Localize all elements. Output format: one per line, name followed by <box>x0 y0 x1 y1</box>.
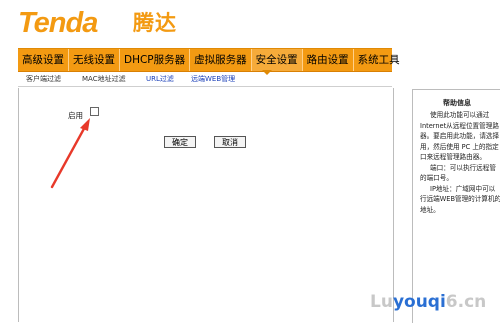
enable-checkbox[interactable] <box>90 107 99 116</box>
help-title: 帮助信息 <box>443 99 471 107</box>
nav-item-wireless[interactable]: 无线设置 <box>69 49 120 71</box>
help-line: 用，然后使用 PC 上的指定 <box>420 142 499 151</box>
ok-button[interactable]: 确定 <box>164 136 196 148</box>
site-watermark: Luyouqi6.cn <box>370 292 487 312</box>
help-panel: 帮助信息 使用此功能可以通过 Internet从远程位置管理路 器。要启用此功能… <box>412 89 500 323</box>
help-line: Internet从远程位置管理路 <box>420 121 499 130</box>
sub-nav: 客户端过滤 MAC地址过滤 URL过滤 远端WEB管理 <box>18 72 392 86</box>
help-line: 的端口号。 <box>420 174 453 182</box>
help-line: 端口：可以执行远程管 <box>430 163 496 172</box>
nav-item-dhcp[interactable]: DHCP服务器 <box>120 49 191 71</box>
logo-brand-cn: 腾达 <box>133 11 177 35</box>
help-line: 使用此功能可以通过 <box>430 111 490 119</box>
help-body: 使用此功能可以通过 Internet从远程位置管理路 器。要启用此功能，请选择 … <box>420 110 500 215</box>
nav-item-advanced[interactable]: 高级设置 <box>18 49 69 71</box>
cancel-button[interactable]: 取消 <box>214 136 246 148</box>
subnav-client-filter[interactable]: 客户端过滤 <box>26 72 61 86</box>
help-line: 行远端WEB管理的计算机的 <box>420 195 500 203</box>
subnav-divider <box>18 86 392 87</box>
logo-brand-en: Tenda <box>18 7 98 39</box>
nav-item-virtual-server[interactable]: 虚拟服务器 <box>190 49 252 71</box>
subnav-mac-filter[interactable]: MAC地址过滤 <box>82 72 126 86</box>
enable-label: 启用 <box>68 111 83 120</box>
help-line: 器。要启用此功能，请选择 <box>420 132 500 140</box>
main-nav: 高级设置 无线设置 DHCP服务器 虚拟服务器 安全设置 路由设置 系统工具 <box>18 48 400 72</box>
nav-item-security[interactable]: 安全设置 <box>251 49 303 71</box>
settings-panel: 启用 确定 取消 <box>18 88 394 322</box>
help-line: 地址。 <box>420 205 440 214</box>
subnav-url-filter[interactable]: URL过滤 <box>146 72 174 86</box>
subnav-remote-web-mgmt[interactable]: 远端WEB管理 <box>191 72 235 86</box>
nav-item-system-tools[interactable]: 系统工具 <box>354 49 404 71</box>
help-line: IP地址：广域网中可以 <box>430 184 496 193</box>
nav-item-routing[interactable]: 路由设置 <box>303 49 354 71</box>
header: Tenda 腾达 <box>0 0 500 46</box>
help-line: 口来远程管理路由器。 <box>420 153 486 161</box>
